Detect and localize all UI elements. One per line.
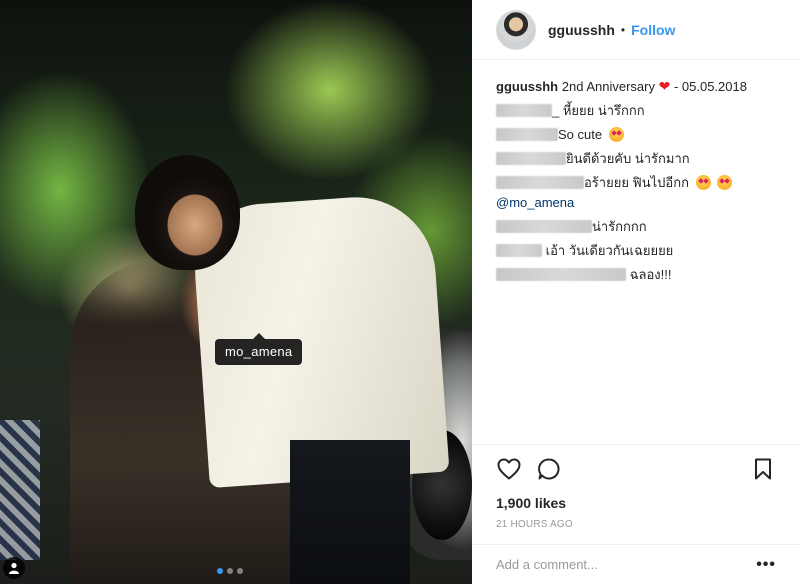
list-item: อร้ายยย ฟินไปอีกก <box>496 175 786 191</box>
list-item: So cute <box>496 127 786 143</box>
list-item: _ หี้ยยย น่ารึกกก <box>496 103 786 119</box>
heart-outline-icon[interactable] <box>496 456 522 482</box>
carousel-indicator <box>217 568 243 574</box>
caption-date: - 05.05.2018 <box>673 79 747 94</box>
photo-person-man-legs <box>290 440 410 584</box>
blurred-username[interactable] <box>496 152 566 165</box>
background-tablecloth <box>0 420 40 560</box>
speech-bubble-icon[interactable] <box>536 456 562 482</box>
follow-button[interactable]: Follow <box>631 22 675 38</box>
caption-username[interactable]: gguusshh <box>496 79 558 94</box>
header-username[interactable]: gguusshh <box>548 22 615 38</box>
blurred-username[interactable] <box>496 244 542 257</box>
caption: gguusshh 2nd Anniversary ❤ - 05.05.2018 <box>496 78 786 95</box>
comment-text: น่ารักกกก <box>592 219 647 234</box>
photo-person-man-head <box>135 155 240 270</box>
like-count[interactable]: 1,900 likes <box>496 495 776 511</box>
post-actions: 1,900 likes 21 HOURS AGO <box>472 444 800 544</box>
mention-link[interactable]: @mo_amena <box>496 195 574 210</box>
heart-eyes-emoji-icon <box>717 175 733 190</box>
more-options-icon[interactable]: ••• <box>756 556 776 574</box>
comment-input[interactable] <box>496 557 757 572</box>
comment-text: ยินดีด้วยคับ น่ารักมาก <box>566 151 690 166</box>
blurred-username[interactable] <box>496 220 592 233</box>
comment-text: ฉลอง!!! <box>629 267 672 282</box>
user-tag-label[interactable]: mo_amena <box>215 333 303 365</box>
header-separator: • <box>620 22 626 37</box>
carousel-dot-1 <box>217 568 223 574</box>
blurred-username[interactable] <box>496 176 584 189</box>
list-item: น่ารักกกก <box>496 219 786 235</box>
grin-emoji-icon <box>695 175 711 190</box>
blurred-username[interactable] <box>496 268 626 281</box>
bookmark-icon[interactable] <box>750 456 776 482</box>
person-icon[interactable] <box>3 557 25 579</box>
caption-text: 2nd Anniversary <box>561 79 655 94</box>
heart-eyes-emoji-icon <box>608 127 624 142</box>
post-photo[interactable]: mo_amena <box>0 0 472 584</box>
comment-text: อร้ายยย ฟินไปอีกก <box>584 175 689 190</box>
comment-text: So cute <box>558 127 603 142</box>
blurred-username[interactable] <box>496 104 552 117</box>
comments-list: gguusshh 2nd Anniversary ❤ - 05.05.2018 … <box>496 78 786 291</box>
carousel-dot-2 <box>227 568 233 574</box>
post-side-panel: gguusshh • Follow gguusshh 2nd Anniversa… <box>472 0 800 584</box>
list-item: ฉลอง!!! <box>496 267 786 283</box>
action-bar <box>496 455 776 483</box>
list-item: เอ้า วันเดียวกันเฉยยยย <box>496 243 786 259</box>
avatar[interactable] <box>496 9 536 50</box>
blurred-username[interactable] <box>496 128 558 141</box>
list-item: ยินดีด้วยคับ น่ารักมาก <box>496 151 786 167</box>
post-header: gguusshh • Follow <box>472 0 800 60</box>
list-item: @mo_amena <box>496 195 786 211</box>
carousel-dot-3 <box>237 568 243 574</box>
comment-text: _ หี้ยยย น่ารึกกก <box>552 103 645 118</box>
add-comment-bar: ••• <box>472 544 800 584</box>
post-timestamp[interactable]: 21 HOURS AGO <box>496 519 776 530</box>
heart-icon: ❤ <box>658 78 671 94</box>
comment-text: เอ้า วันเดียวกันเฉยยยย <box>545 243 674 258</box>
